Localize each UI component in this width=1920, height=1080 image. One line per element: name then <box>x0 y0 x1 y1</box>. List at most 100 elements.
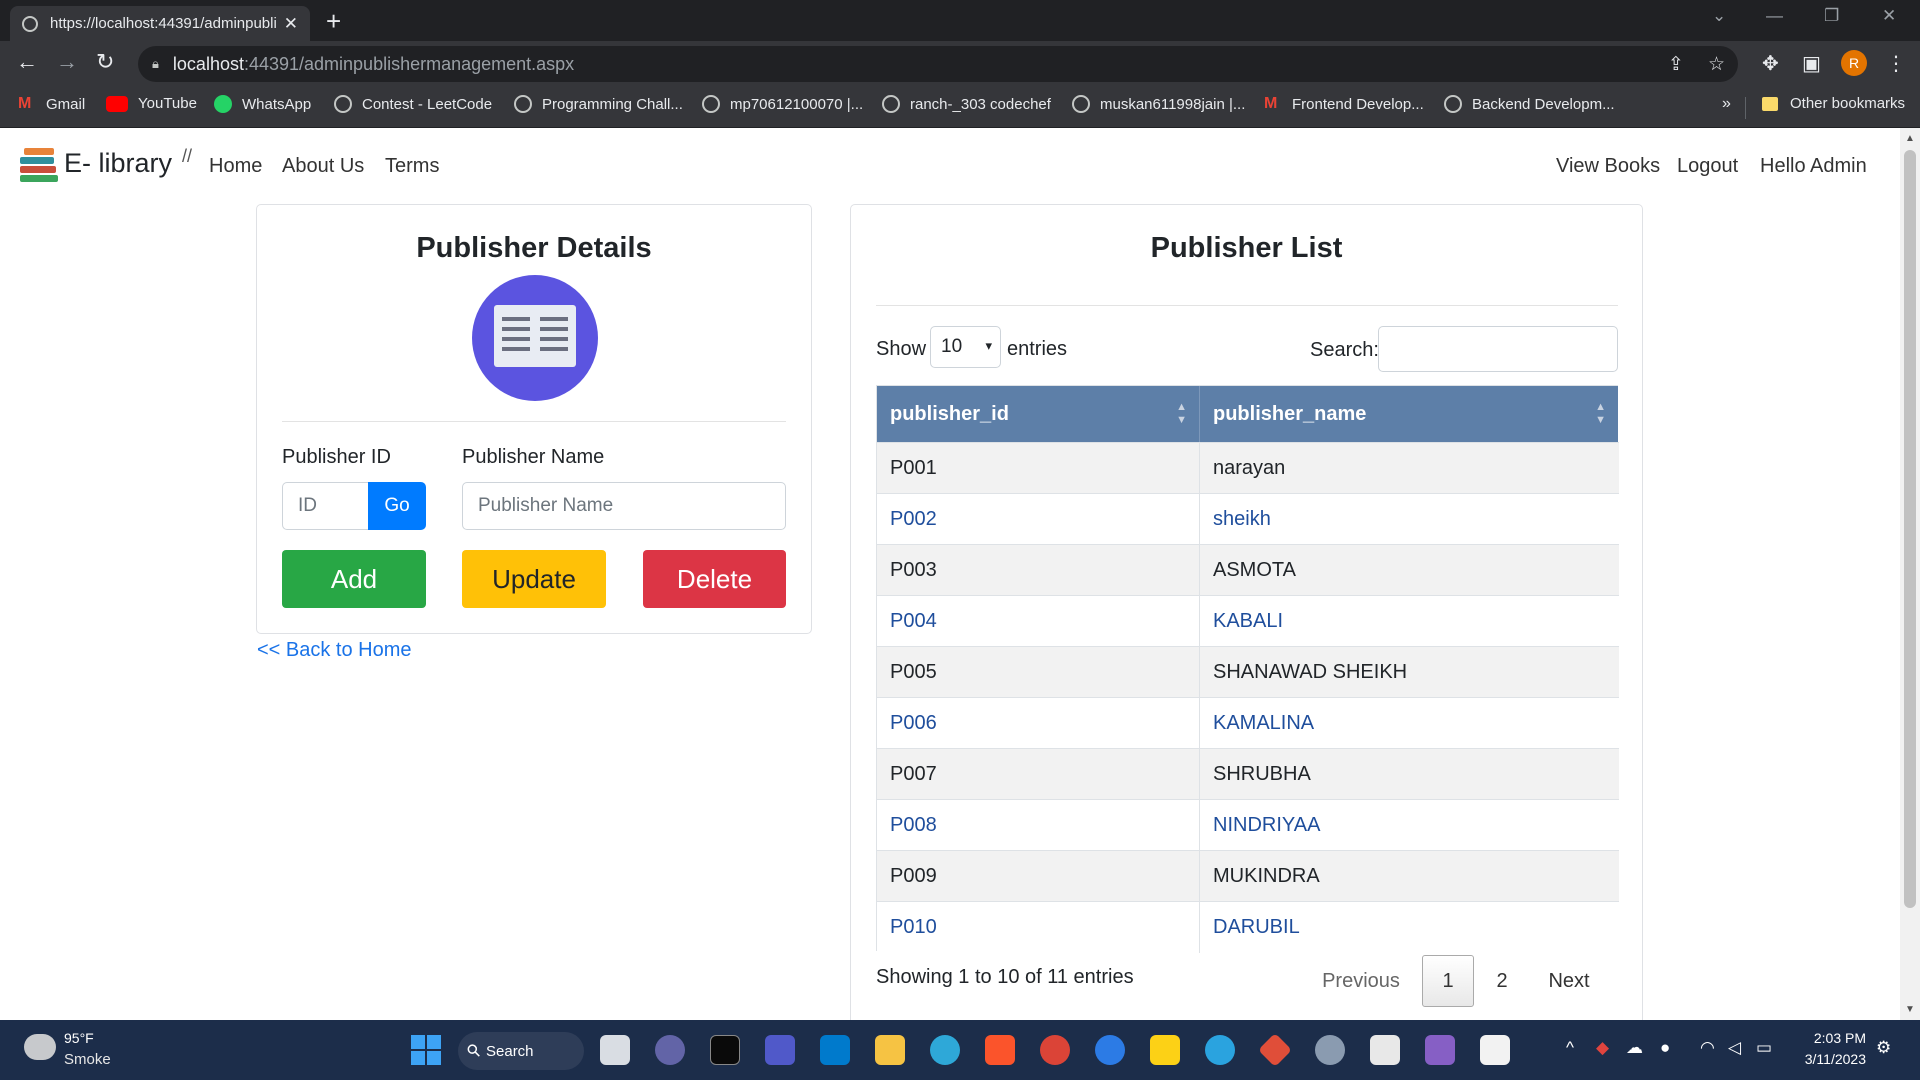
scroll-down-icon[interactable]: ▼ <box>1905 1004 1915 1015</box>
wifi-icon[interactable]: ◠ <box>1700 1038 1715 1058</box>
profile-avatar[interactable]: R <box>1841 50 1867 76</box>
table-row: P002 sheikh <box>877 493 1619 545</box>
visual-studio-icon[interactable] <box>1425 1035 1455 1065</box>
vscode-icon[interactable] <box>820 1035 850 1065</box>
weather-cloud-icon[interactable] <box>24 1034 56 1060</box>
chat-icon[interactable] <box>655 1035 685 1065</box>
battery-icon[interactable]: ▭ <box>1756 1038 1772 1058</box>
publisher-id-input[interactable]: ID <box>282 482 370 530</box>
tab-search-icon[interactable]: ⌄ <box>1712 6 1726 26</box>
add-button[interactable]: Add <box>282 550 426 608</box>
nav-hello-admin[interactable]: Hello Admin <box>1760 155 1867 178</box>
nav-separator: // <box>182 146 193 166</box>
chevron-up-icon[interactable]: ^ <box>1566 1038 1574 1058</box>
task-view-icon[interactable] <box>600 1035 630 1065</box>
go-button[interactable]: Go <box>368 482 426 530</box>
address-bar[interactable]: 🔒︎ localhost :44391/adminpublishermanage… <box>138 46 1738 82</box>
column-header-publisher-name[interactable]: publisher_name ▲ ▼ <box>1200 386 1618 442</box>
nav-about-us[interactable]: About Us <box>282 155 364 178</box>
lock-icon[interactable]: 🔒︎ <box>152 56 159 72</box>
browser-tab[interactable]: https://localhost:44391/adminpublisherma… <box>10 6 310 41</box>
browser-icon[interactable] <box>1095 1035 1125 1065</box>
sticky-notes-icon[interactable] <box>1150 1035 1180 1065</box>
nav-terms[interactable]: Terms <box>385 155 439 178</box>
volume-icon[interactable]: ◁ <box>1728 1038 1741 1058</box>
scroll-up-icon[interactable]: ▲ <box>1905 133 1915 144</box>
dev-icon[interactable] <box>710 1035 740 1065</box>
bookmark-star-icon[interactable]: ☆ <box>1708 53 1725 76</box>
close-window-button[interactable]: ✕ <box>1882 6 1896 26</box>
url-host: localhost <box>172 53 244 74</box>
maximize-button[interactable]: ❐ <box>1824 6 1839 26</box>
nav-view-books[interactable]: View Books <box>1556 155 1660 178</box>
teams-icon[interactable] <box>765 1035 795 1065</box>
cell-publisher-id: P008 <box>877 800 1200 851</box>
share-icon[interactable]: ⇪ <box>1668 53 1684 76</box>
delete-button[interactable]: Delete <box>643 550 786 608</box>
reload-icon[interactable]: ↻ <box>96 49 114 75</box>
list-divider <box>876 305 1618 306</box>
extensions-icon[interactable]: ✥ <box>1762 51 1779 76</box>
bookmark-programming[interactable]: Programming Chall... <box>514 95 683 113</box>
nav-logout[interactable]: Logout <box>1677 155 1738 178</box>
nav-home[interactable]: Home <box>209 155 262 178</box>
taskbar-search[interactable]: Search <box>458 1032 584 1070</box>
more-bookmarks-button[interactable]: » <box>1722 95 1731 113</box>
snipping-tool-icon[interactable] <box>1480 1035 1510 1065</box>
file-explorer-icon[interactable] <box>875 1035 905 1065</box>
settings-gear-icon[interactable] <box>1315 1035 1345 1065</box>
git-icon[interactable] <box>1258 1033 1292 1067</box>
cell-publisher-name: MUKINDRA <box>1213 865 1320 887</box>
page-1-button[interactable]: 1 <box>1422 955 1474 1007</box>
table-row: P003 ASMOTA <box>877 544 1619 596</box>
antivirus-icon[interactable]: ◆ <box>1596 1038 1609 1058</box>
weather-temperature[interactable]: 95°F <box>64 1030 94 1046</box>
other-bookmarks[interactable]: Other bookmarks <box>1762 95 1905 112</box>
notification-icon[interactable]: ⚙ <box>1876 1038 1891 1058</box>
clock-time[interactable]: 2:03 PM <box>1776 1030 1866 1046</box>
bookmark-youtube[interactable]: YouTube <box>106 95 197 112</box>
microphone-icon[interactable]: ● <box>1660 1038 1670 1058</box>
onedrive-icon[interactable]: ☁ <box>1626 1038 1643 1058</box>
table-row: P006 KAMALINA <box>877 697 1619 749</box>
menu-kebab-icon[interactable]: ⋮ <box>1886 51 1906 76</box>
bookmark-leetcode[interactable]: Contest - LeetCode <box>334 95 492 113</box>
publisher-name-input[interactable]: Publisher Name <box>462 482 786 530</box>
next-page-button[interactable]: Next <box>1531 955 1607 1007</box>
minimize-button[interactable]: — <box>1766 6 1783 26</box>
page-scrollbar[interactable]: ▲ ▼ <box>1900 128 1920 1020</box>
scrollbar-thumb[interactable] <box>1904 150 1916 908</box>
bookmark-muskan[interactable]: muskan611998jain |... <box>1072 95 1245 113</box>
bookmark-whatsapp[interactable]: WhatsApp <box>214 95 311 113</box>
show-label: Show <box>876 338 927 360</box>
telegram-icon[interactable] <box>1205 1035 1235 1065</box>
forward-arrow-icon[interactable]: → <box>56 49 78 75</box>
previous-page-button[interactable]: Previous <box>1311 955 1411 1007</box>
brand-name[interactable]: E- library <box>64 148 172 179</box>
bookmark-mp[interactable]: mp70612100070 |... <box>702 95 863 113</box>
bookmark-backend[interactable]: Backend Developm... <box>1444 95 1615 113</box>
new-tab-button[interactable]: + <box>326 6 341 36</box>
store-icon[interactable] <box>1370 1035 1400 1065</box>
entries-select[interactable]: 10 ▾ <box>930 326 1001 368</box>
cell-publisher-name: SHANAWAD SHEIKH <box>1213 661 1408 683</box>
edge-icon[interactable] <box>930 1035 960 1065</box>
bookmark-frontend[interactable]: M Frontend Develop... <box>1264 95 1424 113</box>
side-panel-icon[interactable]: ▣ <box>1802 51 1821 76</box>
chrome-icon[interactable] <box>1040 1035 1070 1065</box>
bookmark-gmail[interactable]: M Gmail <box>18 95 85 113</box>
weather-description[interactable]: Smoke <box>64 1051 111 1068</box>
page-2-button[interactable]: 2 <box>1479 955 1525 1007</box>
column-header-publisher-id[interactable]: publisher_id ▲ ▼ <box>877 386 1200 442</box>
clock-date[interactable]: 3/11/2023 <box>1776 1051 1866 1067</box>
windows-start-icon[interactable] <box>411 1035 441 1065</box>
back-to-home-link[interactable]: << Back to Home <box>257 639 412 662</box>
bookmark-codechef[interactable]: ranch-_303 codechef <box>882 95 1051 113</box>
brave-icon[interactable] <box>985 1035 1015 1065</box>
close-tab-icon[interactable]: ✕ <box>284 14 298 34</box>
update-button[interactable]: Update <box>462 550 606 608</box>
table-row: P008 NINDRIYAA <box>877 799 1619 851</box>
table-search-input[interactable] <box>1378 326 1618 372</box>
back-arrow-icon[interactable]: ← <box>16 49 38 75</box>
publisher-list-card: Publisher List Show 10 ▾ entries Search:… <box>850 204 1643 1020</box>
